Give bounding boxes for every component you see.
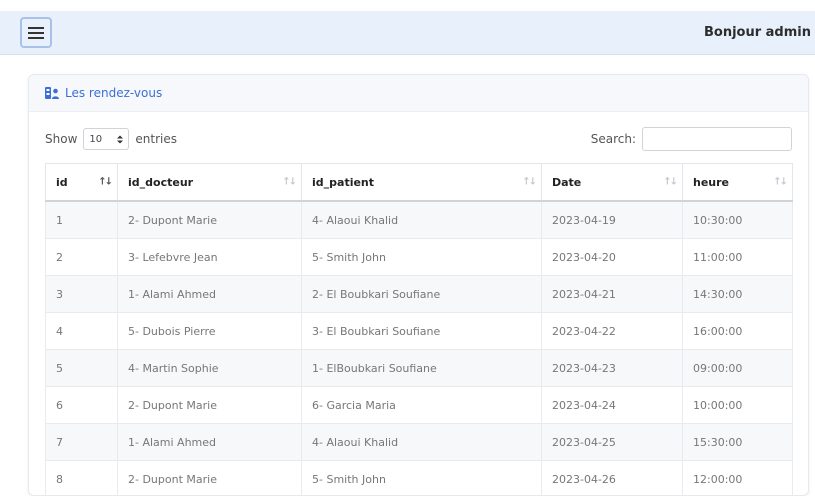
cell-patient: 5- Smith John [302, 239, 542, 276]
cell-heure: 14:30:00 [683, 276, 793, 313]
cell-docteur: 1- Alami Ahmed [118, 276, 302, 313]
page-size-control: Show 10 entries [45, 126, 177, 152]
sort-icon: ↑↓ [282, 177, 295, 188]
cell-date: 2023-04-21 [542, 276, 683, 313]
table-header-row: id↑↓ id_docteur↑↓ id_patient↑↓ Date↑↓ he… [46, 164, 793, 202]
cell-patient: 6- Garcia Maria [302, 387, 542, 424]
cell-heure: 15:30:00 [683, 424, 793, 461]
cell-heure: 11:00:00 [683, 239, 793, 276]
cell-docteur: 5- Dubois Pierre [118, 313, 302, 350]
appointments-card: Les rendez-vous Show 10 entries Search: [28, 74, 809, 496]
cell-docteur: 2- Dupont Marie [118, 461, 302, 496]
hamburger-icon [28, 26, 44, 40]
top-navbar: Bonjour admin [0, 11, 815, 55]
cell-id: 8 [46, 461, 118, 496]
user-card-icon [45, 87, 60, 99]
table-controls: Show 10 entries Search: [45, 126, 792, 152]
cell-id: 5 [46, 350, 118, 387]
entries-label: entries [135, 132, 177, 146]
menu-toggle-button[interactable] [20, 17, 52, 48]
column-header-id-patient[interactable]: id_patient↑↓ [302, 164, 542, 202]
cell-date: 2023-04-19 [542, 201, 683, 239]
cell-id: 1 [46, 201, 118, 239]
card-header: Les rendez-vous [29, 75, 808, 112]
column-header-date[interactable]: Date↑↓ [542, 164, 683, 202]
cell-heure: 16:00:00 [683, 313, 793, 350]
cell-date: 2023-04-20 [542, 239, 683, 276]
cell-patient: 4- Alaoui Khalid [302, 201, 542, 239]
sort-asc-icon: ↑↓ [98, 177, 111, 188]
cell-id: 4 [46, 313, 118, 350]
search-input[interactable] [642, 127, 792, 151]
cell-patient: 5- Smith John [302, 461, 542, 496]
cell-heure: 10:30:00 [683, 201, 793, 239]
table-row: 1 2- Dupont Marie 4- Alaoui Khalid 2023-… [46, 201, 793, 239]
table-row: 8 2- Dupont Marie 5- Smith John 2023-04-… [46, 461, 793, 496]
cell-docteur: 2- Dupont Marie [118, 387, 302, 424]
page-size-select[interactable]: 10 [83, 128, 129, 150]
show-label: Show [45, 132, 77, 146]
table-row: 3 1- Alami Ahmed 2- El Boubkari Soufiane… [46, 276, 793, 313]
cell-date: 2023-04-22 [542, 313, 683, 350]
chevron-updown-icon [117, 135, 123, 144]
table-row: 5 4- Martin Sophie 1- ElBoubkari Soufian… [46, 350, 793, 387]
cell-date: 2023-04-26 [542, 461, 683, 496]
column-header-heure[interactable]: heure↑↓ [683, 164, 793, 202]
cell-heure: 09:00:00 [683, 350, 793, 387]
cell-heure: 12:00:00 [683, 461, 793, 496]
table-row: 7 1- Alami Ahmed 4- Alaoui Khalid 2023-0… [46, 424, 793, 461]
sort-icon: ↑↓ [663, 177, 676, 188]
cell-docteur: 2- Dupont Marie [118, 201, 302, 239]
search-control: Search: [591, 126, 792, 152]
column-header-id[interactable]: id↑↓ [46, 164, 118, 202]
sort-icon: ↑↓ [522, 177, 535, 188]
cell-heure: 10:00:00 [683, 387, 793, 424]
cell-docteur: 3- Lefebvre Jean [118, 239, 302, 276]
cell-docteur: 4- Martin Sophie [118, 350, 302, 387]
cell-patient: 4- Alaoui Khalid [302, 424, 542, 461]
cell-id: 2 [46, 239, 118, 276]
cell-patient: 2- El Boubkari Soufiane [302, 276, 542, 313]
table-row: 6 2- Dupont Marie 6- Garcia Maria 2023-0… [46, 387, 793, 424]
table-row: 4 5- Dubois Pierre 3- El Boubkari Soufia… [46, 313, 793, 350]
table-row: 2 3- Lefebvre Jean 5- Smith John 2023-04… [46, 239, 793, 276]
cell-patient: 1- ElBoubkari Soufiane [302, 350, 542, 387]
cell-id: 6 [46, 387, 118, 424]
search-label: Search: [591, 132, 636, 146]
cell-id: 3 [46, 276, 118, 313]
appointments-table: id↑↓ id_docteur↑↓ id_patient↑↓ Date↑↓ he… [45, 163, 793, 496]
column-header-id-docteur[interactable]: id_docteur↑↓ [118, 164, 302, 202]
cell-date: 2023-04-25 [542, 424, 683, 461]
cell-id: 7 [46, 424, 118, 461]
cell-date: 2023-04-24 [542, 387, 683, 424]
user-greeting: Bonjour admin [704, 11, 811, 55]
card-title: Les rendez-vous [65, 86, 162, 100]
sort-icon: ↑↓ [773, 177, 786, 188]
cell-date: 2023-04-23 [542, 350, 683, 387]
page-size-value: 10 [89, 134, 102, 145]
cell-docteur: 1- Alami Ahmed [118, 424, 302, 461]
cell-patient: 3- El Boubkari Soufiane [302, 313, 542, 350]
